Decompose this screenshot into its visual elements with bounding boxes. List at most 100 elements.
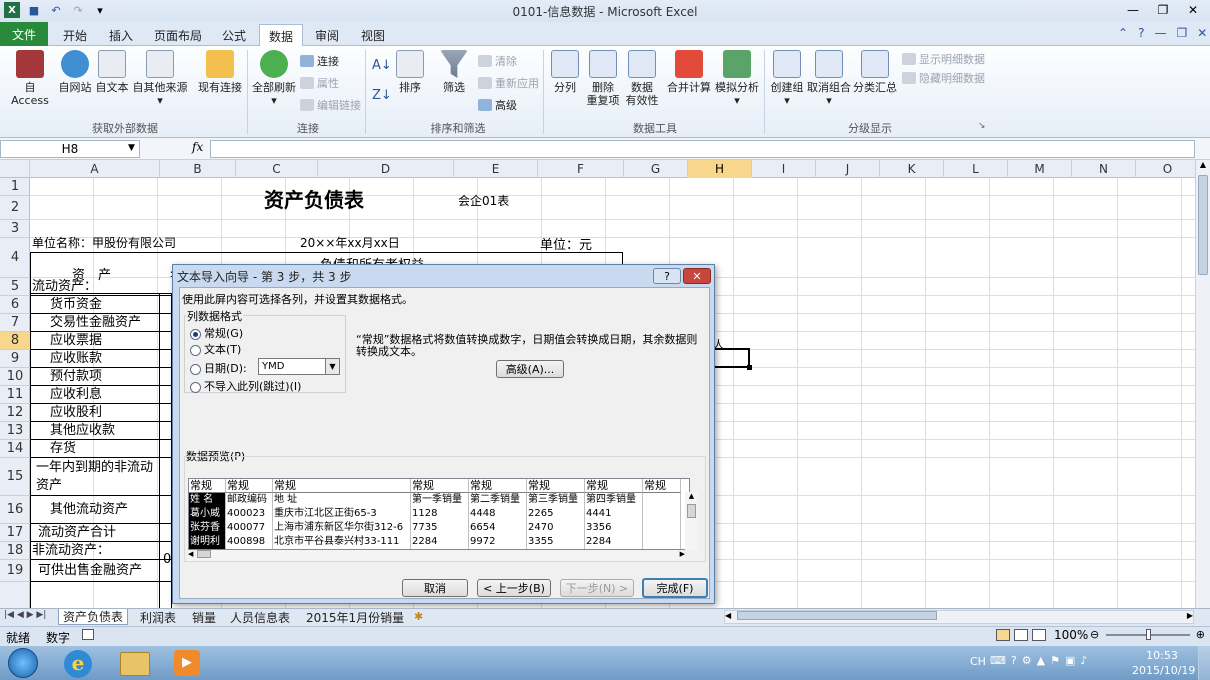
row-header-17[interactable]: 17: [0, 524, 30, 542]
doc-minimize-icon[interactable]: —: [1154, 26, 1166, 40]
cancel-button[interactable]: 取消: [402, 579, 468, 597]
sort-ascending-icon[interactable]: A↓: [372, 58, 392, 73]
insert-function-icon[interactable]: fx: [192, 140, 203, 154]
from-other-sources-button[interactable]: 自其他来源 ▾: [130, 50, 190, 107]
text-to-columns-button[interactable]: 分列: [548, 50, 582, 94]
row-header-18[interactable]: 18: [0, 542, 30, 560]
row-header-1[interactable]: 1: [0, 178, 30, 196]
subtotal-button[interactable]: 分类汇总: [852, 50, 898, 94]
date-format-select[interactable]: YMD ▼: [258, 358, 340, 375]
radio-date[interactable]: [190, 363, 201, 375]
clock-date[interactable]: 2015/10/19: [1132, 664, 1195, 677]
zoom-out-icon[interactable]: ⊖: [1090, 628, 1099, 641]
close-window-button[interactable]: ✕: [1180, 1, 1206, 19]
preview-hscroll[interactable]: ◀ ▶: [188, 550, 685, 561]
fill-handle[interactable]: [747, 365, 752, 370]
row-header-13[interactable]: 13: [0, 422, 30, 440]
back-button[interactable]: < 上一步(B): [477, 579, 551, 597]
column-header-n[interactable]: N: [1072, 160, 1136, 178]
dialog-close-button[interactable]: ✕: [683, 268, 711, 284]
media-player-icon[interactable]: ▶: [174, 650, 200, 676]
row-header-12[interactable]: 12: [0, 404, 30, 422]
consolidate-button[interactable]: 合并计算: [666, 50, 712, 94]
column-header-j[interactable]: J: [816, 160, 880, 178]
ie-icon[interactable]: e: [64, 650, 92, 678]
vertical-scrollbar[interactable]: ▲: [1195, 160, 1210, 608]
column-header-f[interactable]: F: [538, 160, 624, 178]
column-header-c[interactable]: C: [236, 160, 318, 178]
properties-button[interactable]: 属性: [300, 75, 339, 91]
sheet-tab-jan-sales[interactable]: 2015年1月份销量: [302, 609, 408, 625]
row-header-5[interactable]: 5: [0, 278, 30, 296]
row-header-11[interactable]: 11: [0, 386, 30, 404]
column-header-i[interactable]: I: [752, 160, 816, 178]
tab-review[interactable]: 审阅: [310, 25, 344, 45]
row-header-15[interactable]: 15: [0, 458, 30, 496]
from-text-button[interactable]: 自文本: [94, 50, 130, 94]
edit-links-button[interactable]: 编辑链接: [300, 97, 361, 113]
show-hidden-icons-icon[interactable]: ▲: [1037, 654, 1045, 667]
start-button-icon[interactable]: [8, 648, 38, 678]
option-date[interactable]: 日期(D):: [190, 360, 247, 376]
option-general[interactable]: 常规(G): [190, 325, 243, 341]
radio-text[interactable]: [190, 344, 201, 356]
hscroll-thumb[interactable]: [737, 611, 938, 620]
row-header-7[interactable]: 7: [0, 314, 30, 332]
collapse-ribbon-icon[interactable]: ⌃: [1118, 26, 1128, 40]
zoom-slider[interactable]: ⊖ ⊕: [1090, 628, 1205, 642]
option-text[interactable]: 文本(T): [190, 341, 241, 357]
remove-duplicates-button[interactable]: 删除 重复项: [584, 50, 622, 107]
sheet-nav-buttons[interactable]: |◀ ◀ ▶ ▶|: [4, 610, 46, 620]
reapply-button[interactable]: 重新应用: [478, 75, 539, 91]
column-header-k[interactable]: K: [880, 160, 944, 178]
data-validation-button[interactable]: 数据 有效性: [622, 50, 662, 107]
what-if-analysis-button[interactable]: 模拟分析 ▾: [714, 50, 760, 107]
column-header-m[interactable]: M: [1008, 160, 1072, 178]
keyboard-icon[interactable]: ⌨: [990, 654, 1006, 667]
clear-filter-button[interactable]: 清除: [478, 53, 517, 69]
row-header-19[interactable]: 19: [0, 560, 30, 582]
tab-page-layout[interactable]: 页面布局: [150, 25, 206, 45]
sheet-tab-personnel[interactable]: 人员信息表: [226, 609, 294, 625]
doc-close-icon[interactable]: ✕: [1197, 26, 1207, 40]
column-header-a[interactable]: A: [30, 160, 160, 178]
connections-button[interactable]: 连接: [300, 53, 339, 69]
minimize-button[interactable]: —: [1120, 1, 1146, 19]
dialog-launcher-icon[interactable]: ↘: [978, 121, 986, 131]
preview-hscroll-thumb[interactable]: [197, 550, 212, 558]
radio-general[interactable]: [190, 328, 201, 340]
settings-tray-icon[interactable]: ⚙: [1022, 654, 1032, 667]
preview-vscroll[interactable]: ▲: [685, 492, 698, 550]
advanced-button[interactable]: 高级(A)...: [496, 360, 564, 378]
tab-insert[interactable]: 插入: [104, 25, 138, 45]
input-language[interactable]: CH: [970, 655, 986, 668]
row-header-9[interactable]: 9: [0, 350, 30, 368]
group-button[interactable]: 创建组 ▾: [768, 50, 806, 107]
row-header-14[interactable]: 14: [0, 440, 30, 458]
explorer-icon[interactable]: [120, 652, 150, 676]
ungroup-button[interactable]: 取消组合 ▾: [806, 50, 852, 107]
doc-restore-icon[interactable]: ❐: [1176, 26, 1187, 40]
column-header-l[interactable]: L: [944, 160, 1008, 178]
sort-descending-icon[interactable]: Z↓: [372, 88, 392, 103]
data-preview[interactable]: 常规 常规 常规 常规 常规 常规 常规 常规姓 名邮政编码地 址第一季销量 第二季销量 第三季销…: [188, 478, 690, 550]
sort-button[interactable]: 排序: [394, 50, 426, 94]
tab-data[interactable]: 数据: [259, 24, 303, 47]
scroll-up-icon[interactable]: ▲: [1196, 160, 1210, 169]
scroll-thumb[interactable]: [1198, 175, 1208, 275]
row-header-10[interactable]: 10: [0, 368, 30, 386]
row-header-2[interactable]: 2: [0, 196, 30, 220]
column-header-b[interactable]: B: [160, 160, 236, 178]
finish-button[interactable]: 完成(F): [642, 578, 708, 598]
column-header-o[interactable]: O: [1136, 160, 1200, 178]
radio-skip[interactable]: [190, 381, 201, 393]
refresh-all-button[interactable]: 全部刷新 ▾: [252, 50, 296, 107]
column-header-e[interactable]: E: [454, 160, 538, 178]
option-skip[interactable]: 不导入此列(跳过)(I): [190, 378, 301, 394]
restore-button[interactable]: ❐: [1150, 1, 1176, 19]
column-header-g[interactable]: G: [624, 160, 688, 178]
advanced-filter-button[interactable]: 高级: [478, 97, 517, 113]
normal-view-icon[interactable]: [996, 629, 1010, 641]
row-header-16[interactable]: 16: [0, 496, 30, 524]
show-desktop-button[interactable]: [1198, 646, 1210, 680]
